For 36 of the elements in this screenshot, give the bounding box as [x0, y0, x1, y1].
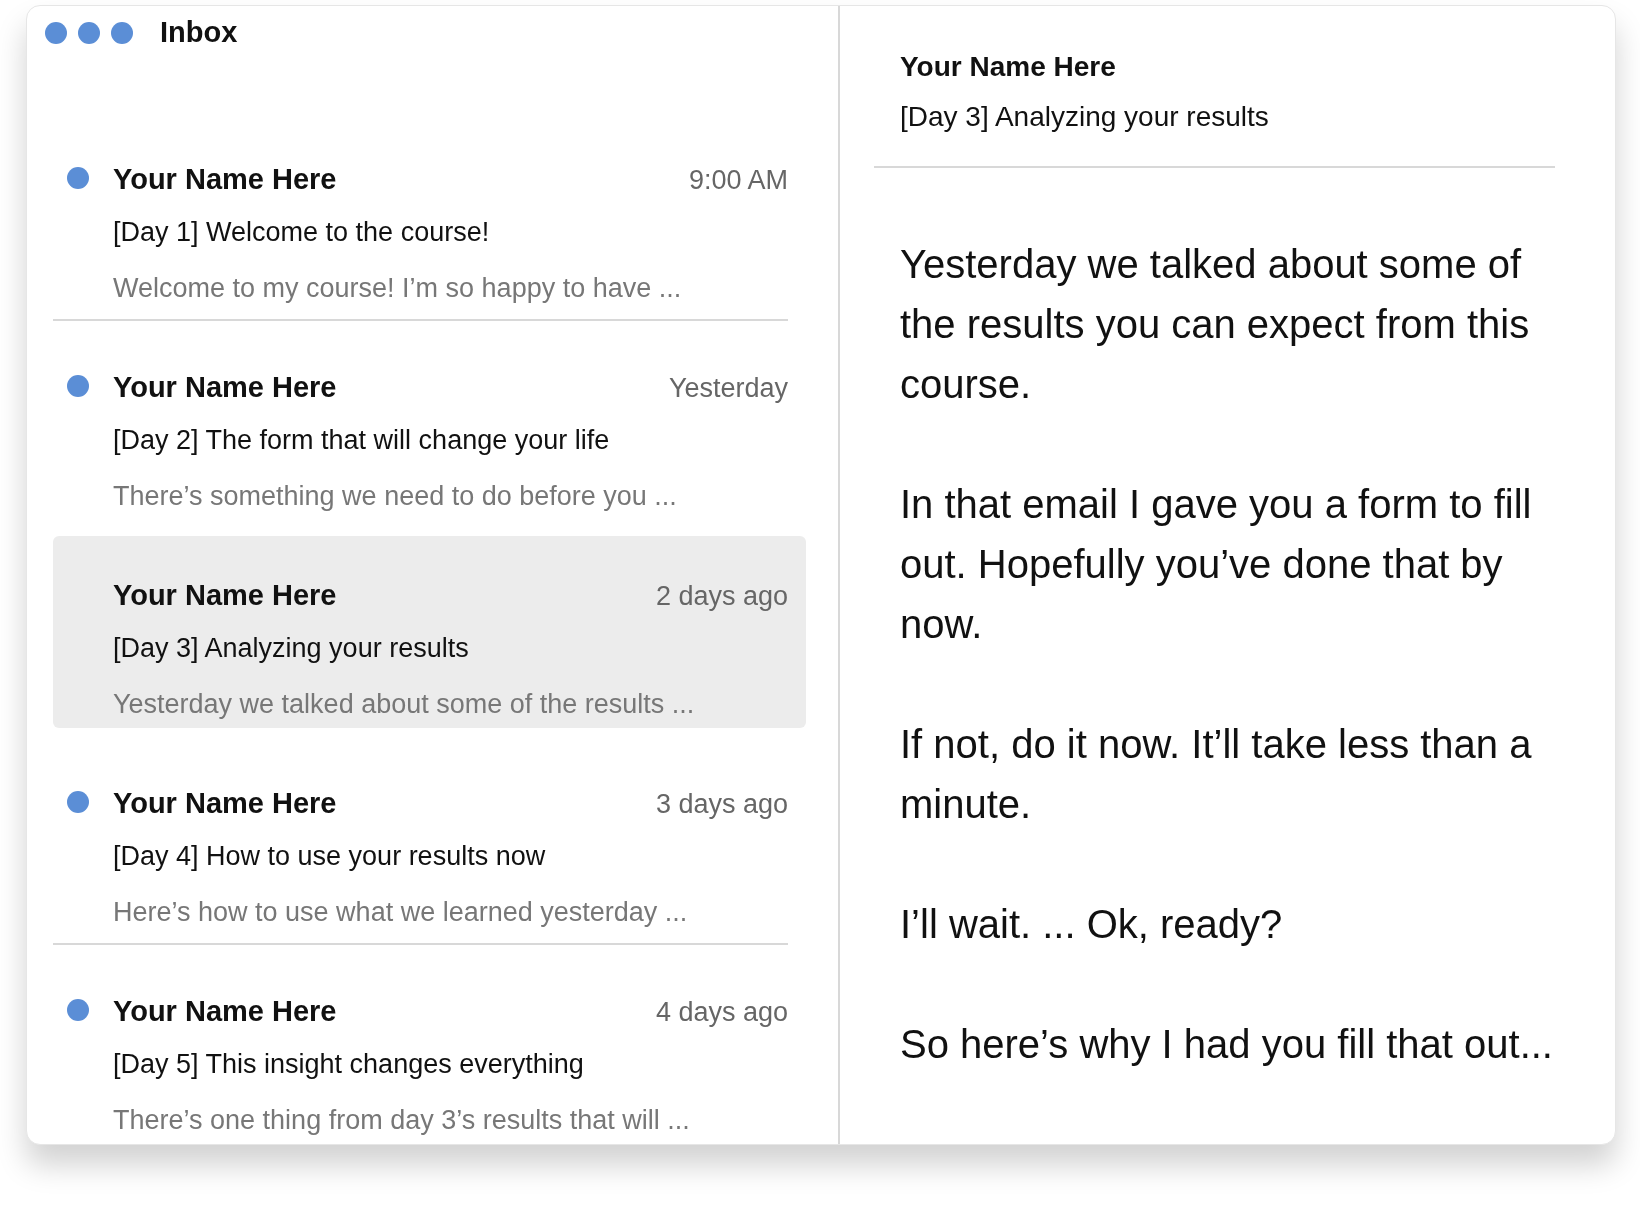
sender-name: Your Name Here — [900, 50, 1117, 84]
message-item[interactable]: Your Name Here 2 days ago [Day 3] Analyzing your results Yesterday we talked about some of the results ... — [53, 536, 806, 728]
email-paragraph: Yesterday we talked about some of the results you can expect from this course. — [900, 241, 1531, 408]
email-subject: [Day 3] Analyzing your results — [113, 631, 470, 665]
email-paragraph: I’ll wait. ... Ok, ready? — [900, 901, 1284, 948]
sender-name: Your Name Here — [113, 578, 337, 613]
window-control[interactable] — [45, 22, 67, 44]
message-item[interactable]: Your Name Here 4 days ago [Day 5] This insight changes everything There’s one thing from day 3’s results that will ... — [53, 952, 806, 1144]
email-subject: [Day 4] How to use your results now — [113, 839, 547, 873]
sender-name: Your Name Here — [113, 162, 337, 197]
message-time: 3 days ago — [655, 788, 788, 821]
email-paragraph: So here’s why I had you fill that out... — [900, 1021, 1554, 1068]
email-paragraph: In that email I gave you a form to fill out. Hopefully you’ve done that by now. — [900, 481, 1533, 648]
sender-name: Your Name Here — [113, 786, 337, 821]
email-subject: [Day 5] This insight changes everything — [113, 1047, 585, 1081]
email-subject: [Day 2] The form that will change your life — [113, 423, 611, 457]
email-subject: [Day 3] Analyzing your results — [900, 100, 1270, 134]
window-title: Inbox — [160, 15, 238, 51]
message-preview: There’s one thing from day 3’s results that will ... — [113, 1104, 691, 1137]
message-time: Yesterday — [668, 372, 788, 405]
message-item[interactable]: Your Name Here 3 days ago [Day 4] How to use your results now Here’s how to use what we learned yesterday ... — [53, 744, 806, 936]
window-control[interactable] — [111, 22, 133, 44]
sender-name: Your Name Here — [113, 370, 337, 405]
email-paragraph: If not, do it now. It’ll take less than a minute. — [900, 721, 1533, 828]
message-item[interactable]: Your Name Here Yesterday [Day 2] The form that will change your life There’s something we need to do before you ... — [53, 328, 806, 520]
message-preview: Yesterday we talked about some of the results ... — [113, 688, 696, 721]
message-preview: Here’s how to use what we learned yesterday ... — [113, 896, 689, 929]
message-item[interactable]: Your Name Here 9:00 AM [Day 1] Welcome to the course! Welcome to my course! I’m so happy to have ... — [53, 120, 806, 312]
message-preview: There’s something we need to do before you ... — [113, 480, 678, 513]
sender-name: Your Name Here — [113, 994, 337, 1029]
message-time: 2 days ago — [655, 580, 788, 613]
window-control[interactable] — [78, 22, 100, 44]
message-time: 9:00 AM — [688, 164, 788, 197]
email-subject: [Day 1] Welcome to the course! — [113, 215, 491, 249]
message-time: 4 days ago — [655, 996, 788, 1029]
message-preview: Welcome to my course! I’m so happy to have ... — [113, 272, 683, 305]
